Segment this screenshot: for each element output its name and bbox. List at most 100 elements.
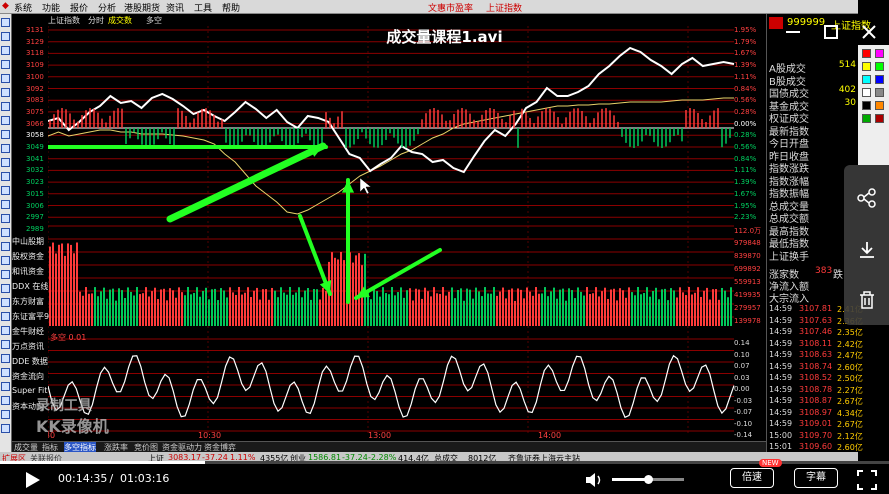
tool-icon[interactable]: [1, 284, 10, 293]
speed-button[interactable]: 倍速: [730, 468, 774, 488]
palette-color-swatch[interactable]: [862, 62, 871, 71]
chart-tab-volume[interactable]: 成交数: [108, 15, 132, 26]
tool-icon[interactable]: [1, 74, 10, 83]
speed-label: 倍速: [742, 472, 762, 483]
palette-color-swatch[interactable]: [875, 75, 884, 84]
chart-tab-index[interactable]: 上证指数: [48, 15, 80, 26]
palette-color-swatch[interactable]: [875, 114, 884, 123]
tool-icon[interactable]: [1, 242, 10, 251]
palette-color-swatch[interactable]: [875, 49, 884, 58]
download-icon[interactable]: [856, 239, 878, 261]
tool-icon[interactable]: [1, 172, 10, 181]
fullscreen-icon[interactable]: [856, 469, 878, 491]
tool-icon[interactable]: [1, 396, 10, 405]
tool-icon[interactable]: [1, 88, 10, 97]
tool-icon[interactable]: [1, 102, 10, 111]
tool-icon[interactable]: [1, 200, 10, 209]
palette-color-swatch[interactable]: [875, 101, 884, 110]
volume-icon[interactable]: [584, 470, 606, 490]
tool-icon[interactable]: [1, 228, 10, 237]
palette-color-swatch[interactable]: [862, 114, 871, 123]
palette-color-swatch[interactable]: [862, 101, 871, 110]
tick-row: 15:00 3109.70 2.12亿: [769, 430, 863, 441]
tool-icon[interactable]: [1, 410, 10, 419]
intraday-chart[interactable]: 09:3010:3013:0014:00: [48, 26, 766, 441]
time-total: 01:03:16: [120, 472, 170, 485]
close-icon[interactable]: [859, 22, 879, 42]
tick-volume: 2.67亿: [837, 420, 863, 429]
minimize-icon[interactable]: [783, 22, 803, 42]
price-tick: 3058: [26, 131, 44, 140]
menu-item-system[interactable]: 系统: [14, 1, 32, 14]
video-player: { "video": { "title": "成交量课程1.avi", "tim…: [0, 0, 889, 494]
tick-row: 14:59 3108.74 2.60亿: [769, 361, 863, 372]
tick-price: 3107.81: [799, 304, 833, 313]
share-sidebar: [844, 165, 889, 325]
tick-time: 14:59: [769, 373, 793, 382]
tick-volume: 2.42亿: [837, 339, 863, 349]
watermark-line1: 录制工具: [36, 398, 92, 414]
panel-row-value: 30: [844, 97, 856, 108]
percent-tick: 1.67%: [734, 189, 757, 198]
palette-color-swatch[interactable]: [862, 75, 871, 84]
tool-icon[interactable]: [1, 130, 10, 139]
tool-icon[interactable]: [1, 312, 10, 321]
menu-item-analysis[interactable]: 分析: [98, 1, 116, 14]
tool-icon[interactable]: [1, 256, 10, 265]
tool-icon[interactable]: [1, 270, 10, 279]
tick-time: 14:59: [769, 361, 793, 371]
tool-icon[interactable]: [1, 214, 10, 223]
palette-color-swatch[interactable]: [875, 62, 884, 71]
price-tick: 3092: [26, 84, 44, 93]
menu-item-hk-futures[interactable]: 港股期货: [124, 1, 160, 14]
chart-tab-longshort[interactable]: 多空: [146, 15, 162, 26]
window-title: 文惠市盈率: [428, 4, 474, 14]
menu-item-quote[interactable]: 报价: [70, 1, 88, 14]
palette-color-swatch[interactable]: [862, 88, 871, 97]
palette-color-swatch[interactable]: [875, 88, 884, 97]
delete-icon[interactable]: [856, 289, 878, 311]
menu-item-help[interactable]: 帮助: [222, 1, 240, 14]
oscillator-tick: 0.14: [734, 339, 750, 347]
tool-icon[interactable]: [1, 340, 10, 349]
tool-icon[interactable]: [1, 326, 10, 335]
menu-item-news[interactable]: 资讯: [166, 1, 184, 14]
tool-icon[interactable]: [1, 298, 10, 307]
play-icon[interactable]: [22, 470, 42, 490]
tool-icon[interactable]: [1, 354, 10, 363]
menu-item-function[interactable]: 功能: [42, 1, 60, 14]
tool-icon[interactable]: [1, 424, 10, 433]
tick-volume: 2.50亿: [837, 374, 863, 383]
percent-tick: 2.23%: [734, 213, 757, 222]
subtitle-button[interactable]: 字幕: [794, 468, 838, 488]
tick-volume: 2.67亿: [837, 397, 863, 406]
tick-row: 15:01 3109.60 2.60亿: [769, 442, 863, 452]
menu-item-tools[interactable]: 工具: [194, 1, 212, 14]
oscillator-tick: -0.14: [734, 431, 753, 439]
chart-tab-minute[interactable]: 分时: [88, 15, 104, 26]
palette-color-swatch[interactable]: [862, 49, 871, 58]
tool-icon[interactable]: [1, 144, 10, 153]
volume-slider[interactable]: [612, 475, 684, 484]
block-inflow-label: 大宗流入: [769, 294, 809, 305]
window-controls: [735, 18, 885, 46]
tool-icon[interactable]: [1, 186, 10, 195]
tool-icon[interactable]: [1, 158, 10, 167]
oscillator-tick: 0.10: [734, 350, 750, 359]
tick-time: 15:00: [769, 430, 793, 440]
price-tick: 3032: [26, 166, 44, 175]
tick-row: 14:59 3108.63 2.47亿: [769, 350, 863, 360]
tick-price: 3108.52: [799, 373, 833, 382]
maximize-icon[interactable]: [821, 22, 841, 42]
tool-icon[interactable]: [1, 116, 10, 125]
share-icon[interactable]: [856, 187, 878, 209]
tool-icon[interactable]: [1, 60, 10, 69]
index-line: [48, 46, 735, 174]
tool-icon[interactable]: [1, 46, 10, 55]
tool-icon[interactable]: [1, 382, 10, 391]
percent-tick: 1.11%: [734, 72, 757, 81]
price-tick: 3118: [26, 49, 44, 58]
price-tick: 3015: [26, 189, 44, 198]
tool-icon[interactable]: [1, 368, 10, 377]
panel-row-label: 上证换手: [769, 251, 809, 263]
